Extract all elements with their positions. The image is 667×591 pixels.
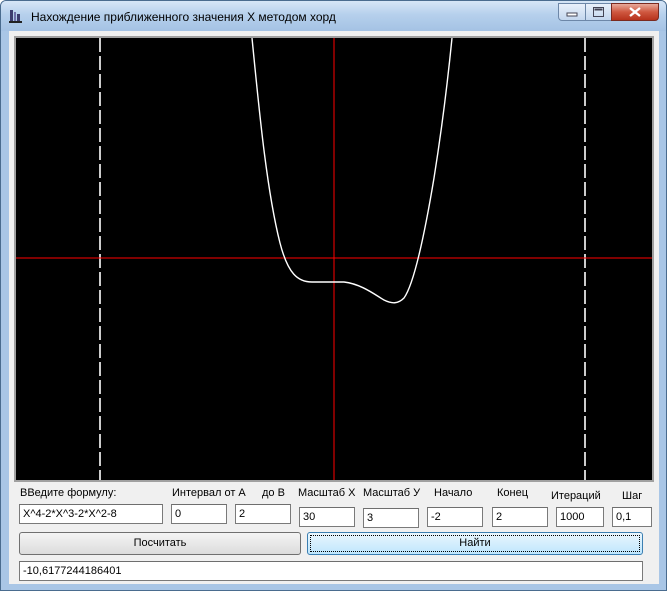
minimize-button[interactable] — [558, 3, 586, 21]
end-label: Конец — [497, 487, 529, 499]
close-icon — [629, 7, 641, 17]
step-label: Шаг — [622, 490, 643, 502]
graph-canvas — [14, 36, 654, 482]
formula-label: ВВедите формулу: — [20, 487, 117, 499]
iterations-input[interactable] — [556, 507, 604, 527]
function-curve — [251, 38, 453, 304]
interval-from-label: Интервал от А — [172, 487, 246, 499]
iterations-label: Итераций — [551, 490, 601, 502]
maximize-icon — [593, 7, 604, 17]
minimize-icon — [566, 12, 578, 17]
formula-input[interactable] — [19, 504, 163, 524]
end-input[interactable] — [492, 507, 548, 527]
maximize-button[interactable] — [585, 3, 612, 21]
start-label: Начало — [434, 487, 473, 499]
scale-y-input[interactable] — [363, 508, 419, 528]
interval-from-input[interactable] — [171, 504, 227, 524]
calculate-button[interactable]: Посчитать — [19, 532, 301, 555]
interval-to-label: до В — [262, 487, 285, 499]
step-input[interactable] — [612, 507, 652, 527]
find-button[interactable]: Найти — [307, 532, 643, 555]
scale-x-input[interactable] — [299, 507, 355, 527]
start-input[interactable] — [427, 507, 483, 527]
close-button[interactable] — [611, 3, 659, 21]
client-area: ВВедите формулу: Интервал от А до В Масш… — [9, 31, 659, 584]
window-title: Нахождение приближенного значения X мето… — [31, 10, 336, 24]
title-bar[interactable]: Нахождение приближенного значения X мето… — [1, 1, 666, 31]
scale-x-label: Масштаб X — [298, 487, 356, 499]
result-field[interactable] — [19, 561, 643, 581]
find-button-label: Найти — [459, 537, 491, 549]
app-window: Нахождение приближенного значения X мето… — [0, 0, 667, 591]
app-icon — [9, 10, 22, 23]
scale-y-label: Масштаб У — [363, 487, 421, 499]
interval-to-input[interactable] — [235, 504, 291, 524]
graph-plot — [16, 38, 652, 480]
